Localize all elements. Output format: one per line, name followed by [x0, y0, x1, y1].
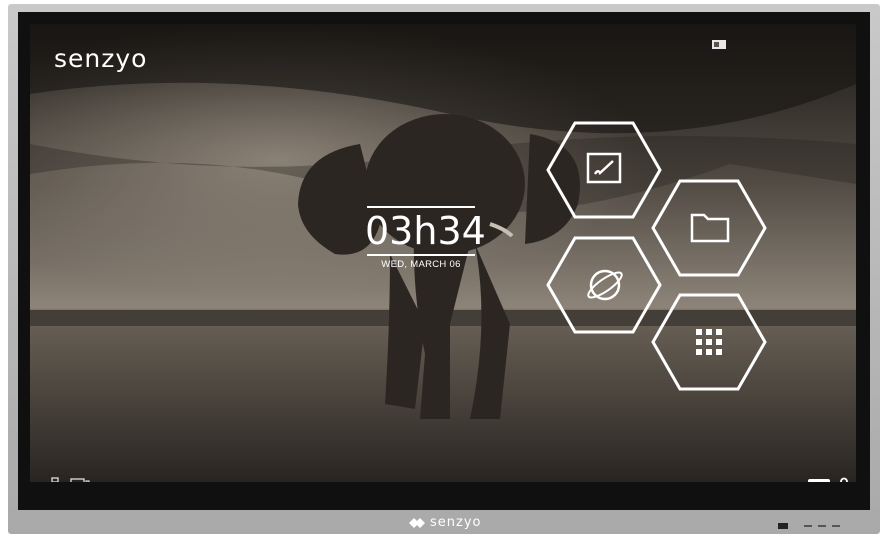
cast-icon[interactable]: [712, 39, 726, 49]
all-apps-button[interactable]: [650, 292, 768, 392]
home-screen: senzyo 03h34 WED, MARCH 06: [30, 24, 856, 482]
app-grid-icon: [696, 329, 722, 355]
folder-icon: [690, 213, 730, 243]
whiteboard-app-button[interactable]: [545, 120, 663, 220]
front-ports: [778, 523, 840, 529]
clock-time: 03h34: [365, 209, 486, 253]
whiteboard-icon: [586, 152, 622, 184]
bezel-logo: senzyo: [408, 515, 481, 530]
bezel-logo-text: senzyo: [430, 515, 482, 530]
globe-icon: [587, 269, 623, 301]
network-icon[interactable]: [46, 477, 64, 482]
input-source-icon[interactable]: [70, 478, 90, 482]
browser-app-button[interactable]: [545, 235, 663, 335]
clock-date: WED, MARCH 06: [381, 259, 461, 270]
brand-logo: senzyo: [54, 44, 148, 73]
clock-widget: 03h34 WED, MARCH 06: [365, 206, 486, 270]
files-app-button[interactable]: [650, 178, 768, 278]
clock-bottom-rule: [367, 254, 475, 256]
display-frame: senzyo 03h34 WED, MARCH 06 senzyo: [8, 4, 880, 534]
lock-icon[interactable]: [838, 477, 850, 482]
brand-mark-icon: [409, 517, 425, 528]
keyboard-icon[interactable]: [808, 479, 830, 482]
